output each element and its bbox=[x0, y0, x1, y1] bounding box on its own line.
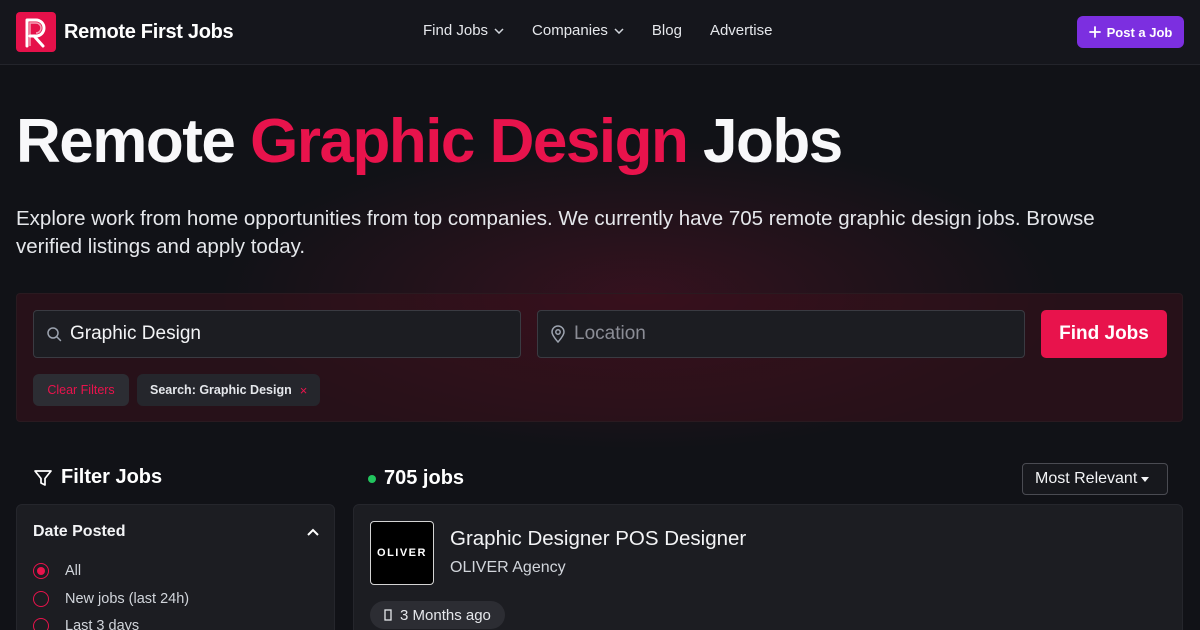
nav-blog[interactable]: Blog bbox=[652, 22, 682, 39]
radio[interactable] bbox=[33, 618, 49, 630]
date-option-label: All bbox=[65, 563, 82, 579]
date-posted-heading: Date Posted bbox=[33, 523, 126, 540]
chevron-up-icon bbox=[307, 528, 319, 536]
page-description: Explore work from home opportunities fro… bbox=[16, 207, 1095, 258]
nav-companies[interactable]: Companies bbox=[532, 22, 624, 39]
date-option-label: New jobs (last 24h) bbox=[65, 591, 190, 607]
nav-advertise-label: Advertise bbox=[709, 22, 773, 39]
date-option-24h[interactable]: New jobs (last 24h) bbox=[33, 591, 189, 607]
post-job-button[interactable]: Post a Job bbox=[1077, 16, 1184, 48]
brand-name: Remote First Jobs bbox=[64, 20, 234, 43]
post-job-label: Post a Job bbox=[1106, 24, 1173, 40]
job-company[interactable]: OLIVER Agency bbox=[450, 559, 566, 577]
nav-advertise[interactable]: Advertise bbox=[710, 22, 773, 39]
search-panel: Find Jobs Clear Filters Search: Graphic … bbox=[16, 293, 1183, 422]
map-pin-icon bbox=[551, 325, 565, 343]
brand-logo-icon bbox=[16, 12, 56, 52]
date-option-all[interactable]: All bbox=[33, 563, 81, 579]
main-nav: Find Jobs Companies Blog Advertise bbox=[423, 22, 800, 39]
posted-age-label: 3 Months ago bbox=[400, 606, 491, 624]
nav-blog-label: Blog bbox=[651, 22, 682, 39]
job-title[interactable]: Graphic Designer POS Designer bbox=[450, 527, 746, 551]
find-jobs-button[interactable]: Find Jobs bbox=[1041, 310, 1167, 358]
date-posted-filter: Date Posted All New jobs (last 24h) Last… bbox=[16, 504, 335, 630]
sort-select[interactable]: Most Relevant bbox=[1022, 463, 1168, 495]
title-prefix: Remote bbox=[16, 107, 251, 176]
close-icon[interactable]: × bbox=[300, 383, 308, 398]
caret-down-icon bbox=[1141, 476, 1150, 482]
results-count-label: 705 jobs bbox=[384, 467, 465, 489]
search-icon bbox=[47, 327, 62, 342]
active-filter-chip[interactable]: Search: Graphic Design × bbox=[137, 374, 321, 406]
keyword-input[interactable] bbox=[70, 323, 490, 345]
title-suffix: Jobs bbox=[687, 107, 843, 176]
plus-icon bbox=[1088, 26, 1101, 38]
date-posted-header[interactable]: Date Posted bbox=[33, 523, 319, 541]
active-filter-label: Search: Graphic Design bbox=[150, 383, 292, 397]
clock-icon bbox=[384, 609, 392, 621]
nav-find-jobs[interactable]: Find Jobs bbox=[423, 22, 504, 39]
clear-filters-button[interactable]: Clear Filters bbox=[33, 374, 129, 406]
keyword-field[interactable] bbox=[33, 310, 521, 358]
company-logo[interactable]: OLIVER bbox=[370, 521, 434, 585]
brand-logo[interactable]: Remote First Jobs bbox=[16, 12, 234, 52]
page-title: Remote Graphic Design Jobs bbox=[16, 106, 843, 177]
results-count: 705 jobs bbox=[368, 467, 464, 490]
radio[interactable] bbox=[33, 591, 49, 607]
date-option-label: Last 3 days bbox=[65, 618, 140, 630]
chevron-down-icon bbox=[494, 27, 504, 34]
sort-label: Most Relevant bbox=[1035, 470, 1138, 487]
nav-find-jobs-label: Find Jobs bbox=[423, 22, 489, 39]
status-dot bbox=[368, 474, 376, 483]
date-option-3days[interactable]: Last 3 days bbox=[33, 618, 139, 630]
location-field[interactable] bbox=[537, 310, 1025, 358]
location-input[interactable] bbox=[574, 323, 994, 345]
filter-heading-label: Filter Jobs bbox=[61, 466, 163, 488]
funnel-icon bbox=[34, 469, 52, 486]
nav-companies-label: Companies bbox=[532, 22, 608, 39]
posted-age-badge: 3 Months ago bbox=[370, 601, 505, 629]
radio-selected[interactable] bbox=[33, 563, 49, 579]
top-navbar: Remote First Jobs Find Jobs Companies Bl… bbox=[0, 0, 1200, 65]
job-card[interactable]: OLIVER Graphic Designer POS Designer OLI… bbox=[353, 504, 1183, 630]
chevron-down-icon bbox=[614, 27, 624, 34]
title-accent: Graphic Design bbox=[250, 107, 689, 176]
filter-heading: Filter Jobs bbox=[33, 466, 162, 489]
